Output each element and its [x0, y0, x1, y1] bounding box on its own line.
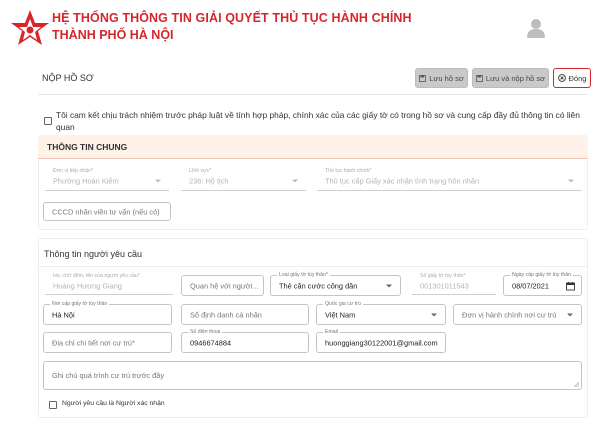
calendar-icon[interactable]: [566, 281, 575, 290]
phone-value: 0946674884: [190, 338, 232, 347]
notes-placeholder: Ghi chú quá trình cư trú trước đây: [52, 371, 165, 380]
red-star-logo-icon: [11, 10, 49, 45]
personal-id-input[interactable]: Số định danh cá nhân: [181, 304, 309, 325]
close-button[interactable]: Đóng: [553, 68, 591, 88]
email-label: Email: [323, 329, 340, 336]
requester-title: Thông tin người yêu cầu: [44, 249, 142, 259]
residence-country-value: Việt Nam: [325, 310, 356, 319]
procedure-value: Thủ tục cấp Giấy xác nhận tình trạng hôn…: [325, 176, 480, 186]
reception-unit-label: Đơn vị tiếp nhận*: [51, 168, 96, 175]
save-icon: [419, 74, 427, 82]
id-type-select[interactable]: Loại giấy tờ tùy thân* Thẻ căn cước công…: [270, 272, 401, 296]
procedure-label: Thủ tục hành chính*: [323, 168, 374, 175]
relation-input[interactable]: Quan hệ với người...: [181, 275, 264, 296]
app-title-line1: HỆ THỐNG THÔNG TIN GIẢI QUYẾT THỦ TỤC HÀ…: [52, 11, 412, 25]
issue-date-value: 08/07/2021: [512, 281, 549, 290]
reception-unit-select: Đơn vị tiếp nhận* Phường Hoàn Kiếm: [45, 168, 169, 191]
user-avatar-icon[interactable]: [527, 18, 545, 38]
phone-label: Số điện thoại: [188, 329, 223, 336]
save-button-label: Lưu hồ sơ: [429, 73, 464, 83]
chevron-down-icon: [155, 179, 161, 183]
residence-country-select[interactable]: Quốc gia cư trú Việt Nam: [316, 301, 446, 325]
personal-id-placeholder: Số định danh cá nhân: [190, 310, 262, 319]
chevron-down-icon: [386, 284, 392, 287]
issue-place-label: Nơi cấp giấy tờ tùy thân: [50, 301, 110, 308]
address-detail-input[interactable]: Địa chỉ chi tiết nơi cư trú*: [43, 332, 172, 353]
is-witness-label: Người yêu cầu là Người xác nhận: [62, 400, 165, 407]
id-type-value: Thẻ căn cước công dân: [279, 281, 358, 290]
save-button[interactable]: Lưu hồ sơ: [415, 68, 468, 88]
residence-country-label: Quốc gia cư trú: [323, 301, 363, 308]
issue-place-input[interactable]: Nơi cấp giấy tờ tùy thân Hà Nội: [43, 301, 172, 325]
save-and-submit-button[interactable]: Lưu và nộp hồ sơ: [472, 68, 549, 88]
full-name-value: Hoàng Hương Giang: [53, 281, 122, 290]
notes-textarea[interactable]: Ghi chú quá trình cư trú trước đây: [43, 361, 582, 390]
chevron-down-icon: [431, 313, 437, 316]
admin-unit-placeholder: Đơn vị hành chính nơi cư trú: [462, 310, 557, 319]
email-value: huonggiang30122001@gmail.com: [325, 338, 438, 347]
address-detail-placeholder: Địa chỉ chi tiết nơi cư trú*: [52, 338, 135, 347]
issue-date-input[interactable]: Ngày cấp giấy tờ tùy thân 08/07/2021: [503, 272, 582, 296]
resize-handle-icon[interactable]: [574, 382, 579, 387]
issue-place-value: Hà Nội: [52, 310, 75, 319]
officer-cccd-placeholder: CCCD nhân viên tư vấn (nếu có): [52, 207, 160, 216]
commitment-text: Tôi cam kết chịu trách nhiệm trước pháp …: [56, 110, 580, 132]
reception-unit-value: Phường Hoàn Kiếm: [53, 176, 119, 186]
id-number-input: Số giấy tờ tùy thân* 001301011543: [412, 273, 496, 295]
save-and-submit-button-label: Lưu và nộp hồ sơ: [485, 73, 546, 83]
is-witness-checkbox[interactable]: [49, 401, 57, 409]
full-name-label: Họ, chữ đệm, tên của người yêu cầu*: [51, 273, 142, 280]
relation-placeholder: Quan hệ với người...: [190, 281, 259, 290]
general-info-title: THÔNG TIN CHUNG: [47, 142, 128, 152]
id-type-label: Loại giấy tờ tùy thân*: [277, 272, 330, 279]
chevron-down-icon: [568, 179, 574, 183]
requester-panel: [38, 238, 588, 418]
field-label: Lĩnh vực*: [187, 168, 214, 175]
save-icon: [476, 74, 483, 82]
field-select: Lĩnh vực* 236: Hộ tịch: [181, 168, 306, 191]
admin-unit-select[interactable]: Đơn vị hành chính nơi cư trú: [453, 304, 582, 325]
chevron-down-icon: [567, 313, 573, 316]
id-number-value: 001301011543: [420, 281, 469, 290]
id-number-label: Số giấy tờ tùy thân*: [418, 273, 468, 280]
app-header: HỆ THỐNG THÔNG TIN GIẢI QUYẾT THỦ TỤC HÀ…: [0, 0, 597, 56]
full-name-input: Họ, chữ đệm, tên của người yêu cầu* Hoàn…: [45, 273, 173, 295]
officer-cccd-input[interactable]: CCCD nhân viên tư vấn (nếu có): [43, 202, 171, 221]
close-button-label: Đóng: [568, 73, 587, 83]
divider: [38, 94, 588, 95]
divider: [38, 266, 588, 267]
field-value: 236: Hộ tịch: [189, 176, 229, 186]
page-title: NỘP HỒ SƠ: [42, 73, 94, 83]
phone-input[interactable]: Số điện thoại 0946674884: [181, 329, 309, 353]
email-input[interactable]: Email huonggiang30122001@gmail.com: [316, 329, 446, 353]
close-circle-icon: [557, 74, 566, 82]
issue-date-label: Ngày cấp giấy tờ tùy thân: [510, 272, 574, 279]
procedure-select: Thủ tục hành chính* Thủ tục cấp Giấy xác…: [317, 168, 582, 191]
chevron-down-icon: [292, 179, 298, 183]
app-title-line2: THÀNH PHỐ HÀ NỘI: [52, 28, 174, 42]
